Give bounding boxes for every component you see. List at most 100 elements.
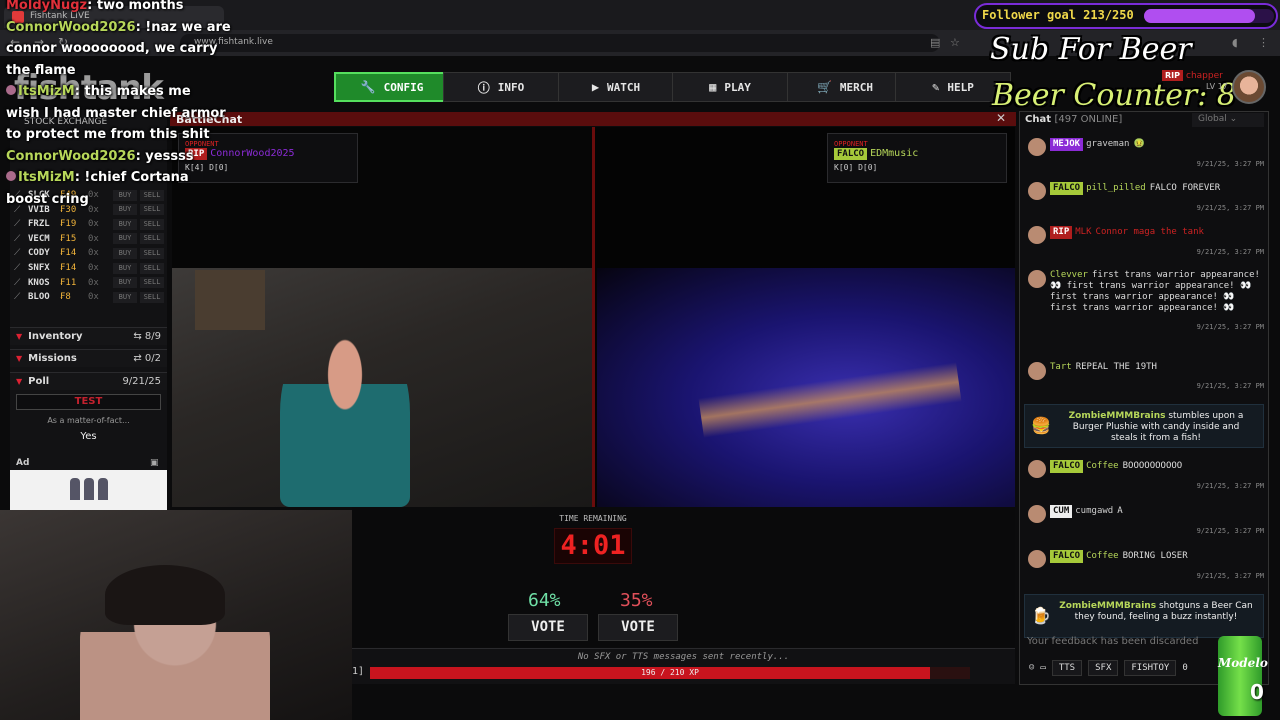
- avatar[interactable]: [1028, 460, 1046, 478]
- expand-icon[interactable]: ▣: [150, 458, 159, 468]
- nav-config-button[interactable]: 🔧 CONFIG: [334, 72, 450, 102]
- nav-info-button[interactable]: ⓘ INFO: [443, 72, 559, 102]
- chat-username[interactable]: cumgawd: [1075, 506, 1113, 516]
- avatar[interactable]: [1028, 226, 1046, 244]
- sell-button[interactable]: SELL: [140, 233, 164, 245]
- stock-row: ⟋ FRZL ₣19 0x BUY SELL: [14, 217, 164, 231]
- xp-text: 196 / 210 XP: [641, 668, 699, 677]
- fishtoy-button[interactable]: FISHTOY: [1124, 660, 1177, 676]
- poll-label: Poll: [28, 376, 50, 387]
- bookshelf: [195, 270, 265, 330]
- buy-button[interactable]: BUY: [113, 218, 137, 230]
- reader-icon[interactable]: ▤: [930, 36, 940, 49]
- close-icon[interactable]: ✕: [996, 111, 1006, 125]
- buy-button[interactable]: BUY: [113, 233, 137, 245]
- ad-figure: [70, 478, 80, 500]
- volume-icon[interactable]: ◖: [1232, 36, 1238, 49]
- vote-right-button[interactable]: VOTE: [598, 614, 678, 641]
- sell-button[interactable]: SELL: [140, 204, 164, 216]
- chat-message[interactable]: FALCO Coffee BOOOOOOOOOO 9/21/25, 3:27 PM: [1024, 460, 1264, 492]
- right-vote-percent: 35%: [620, 590, 653, 611]
- chat-username[interactable]: Coffee: [1086, 551, 1119, 561]
- stock-price: ₣15: [60, 233, 77, 244]
- stock-row: ⟋ KNOS ₣11 0x BUY SELL: [14, 276, 164, 290]
- overlay-colon: :: [135, 148, 146, 164]
- buy-button[interactable]: BUY: [113, 277, 137, 289]
- chat-message-body: CUM cumgawd A 9/21/25, 3:27 PM: [1050, 505, 1264, 537]
- chat-username[interactable]: Clevver: [1050, 270, 1088, 280]
- event-username[interactable]: ZombieMMMBrains: [1059, 601, 1156, 611]
- emoji-icon[interactable]: ☺: [1029, 663, 1034, 673]
- avatar[interactable]: [1028, 550, 1046, 568]
- bookmark-star-icon[interactable]: ☆: [950, 36, 960, 49]
- right-player-card[interactable]: OPPONENT FALCO EDMmusic K[0] D[0]: [827, 133, 1007, 183]
- overlay-chat-line: the flame: [6, 63, 76, 78]
- stock-symbol: FRZL: [28, 219, 50, 230]
- countdown-timer: 4:01: [554, 528, 632, 564]
- chat-message[interactable]: RIP MLK Connor maga the tank 9/21/25, 3:27 …: [1024, 226, 1264, 258]
- avatar[interactable]: [1028, 362, 1046, 380]
- sell-button[interactable]: SELL: [140, 218, 164, 230]
- monitor-icon[interactable]: ▭: [1040, 663, 1045, 673]
- nav-merch-button[interactable]: 🛒 MERCH: [787, 72, 903, 102]
- chat-username[interactable]: Tart: [1050, 362, 1072, 372]
- chat-username[interactable]: graveman: [1086, 139, 1129, 149]
- help-icon: ✎: [932, 80, 940, 94]
- missions-count: ⇄ 0/2: [133, 353, 161, 364]
- nav-watch-button[interactable]: ▶ WATCH: [558, 72, 674, 102]
- buy-button[interactable]: BUY: [113, 262, 137, 274]
- missions-section[interactable]: ▼ Missions ⇄ 0/2: [10, 349, 167, 367]
- chat-scope-select[interactable]: Global ⌄: [1192, 113, 1264, 127]
- trend-icon: ⟋: [14, 292, 21, 303]
- poll-section[interactable]: ▼ Poll 9/21/25: [10, 372, 167, 390]
- vote-left-button[interactable]: VOTE: [508, 614, 588, 641]
- buy-button[interactable]: BUY: [113, 189, 137, 201]
- buy-button[interactable]: BUY: [113, 204, 137, 216]
- sell-button[interactable]: SELL: [140, 277, 164, 289]
- chat-message[interactable]: MEJOK graveman 🤢 9/21/25, 3:27 PM: [1024, 138, 1264, 170]
- chat-scope-value: Global: [1198, 114, 1227, 124]
- profile-tag[interactable]: RIP chapper: [1162, 70, 1223, 81]
- chat-username[interactable]: Coffee: [1086, 461, 1119, 471]
- stock-symbol: SNFX: [28, 263, 50, 273]
- chat-text: A: [1117, 506, 1123, 516]
- triangle-down-icon: ▼: [16, 332, 23, 341]
- chat-message[interactable]: FALCO Coffee BORING LOSER 9/21/25, 3:27 PM: [1024, 550, 1264, 582]
- avatar[interactable]: [1028, 182, 1046, 200]
- chat-message[interactable]: FALCO pill_pilled FALCO FOREVER 9/21/25, 3:…: [1024, 182, 1264, 214]
- chat-username[interactable]: MLK: [1075, 227, 1091, 237]
- overlay-text: !chief Cortana: [84, 170, 189, 185]
- overlay-chat-line: ItsMizM: this makes me: [6, 84, 191, 99]
- avatar[interactable]: [1232, 70, 1266, 104]
- chat-username[interactable]: pill_pilled: [1086, 183, 1146, 193]
- sell-button[interactable]: SELL: [140, 247, 164, 259]
- chat-message-body: Clevver first trans warrior appearance! 👀…: [1050, 270, 1264, 333]
- left-vote-percent: 64%: [528, 590, 561, 611]
- sfx-button[interactable]: SFX: [1088, 660, 1119, 676]
- missions-label: Missions: [28, 353, 77, 364]
- profile-level: LV 17: [1206, 82, 1228, 91]
- user-badge: CUM: [1050, 505, 1073, 518]
- sell-button[interactable]: SELL: [140, 291, 164, 303]
- url-bar[interactable]: www.fishtank.live: [180, 34, 940, 52]
- wrench-icon: 🔧: [360, 80, 376, 94]
- overlay-text: the flame: [6, 62, 76, 78]
- menu-icon[interactable]: ⋮: [1258, 36, 1269, 49]
- chat-message[interactable]: Tart REPEAL THE 19TH 9/21/25, 3:27 PM: [1024, 362, 1264, 392]
- poll-answer[interactable]: Yes: [10, 431, 167, 442]
- chat-message[interactable]: CUM cumgawd A 9/21/25, 3:27 PM: [1024, 505, 1264, 537]
- sell-button[interactable]: SELL: [140, 189, 164, 201]
- chevron-down-icon: ⌄: [1229, 114, 1238, 124]
- event-username[interactable]: ZombieMMMBrains: [1069, 411, 1166, 421]
- avatar[interactable]: [1028, 138, 1046, 156]
- chat-message[interactable]: Clevver first trans warrior appearance! 👀…: [1024, 270, 1264, 333]
- buy-button[interactable]: BUY: [113, 247, 137, 259]
- avatar[interactable]: [1028, 505, 1046, 523]
- nav-play-button[interactable]: ▦ PLAY: [672, 72, 788, 102]
- avatar[interactable]: [1028, 270, 1046, 288]
- tts-button[interactable]: TTS: [1051, 660, 1083, 676]
- overlay-text: connor woooooood, we carry: [6, 41, 218, 56]
- buy-button[interactable]: BUY: [113, 291, 137, 303]
- inventory-section[interactable]: ▼ Inventory ⇆ 8/9: [10, 327, 167, 345]
- sell-button[interactable]: SELL: [140, 262, 164, 274]
